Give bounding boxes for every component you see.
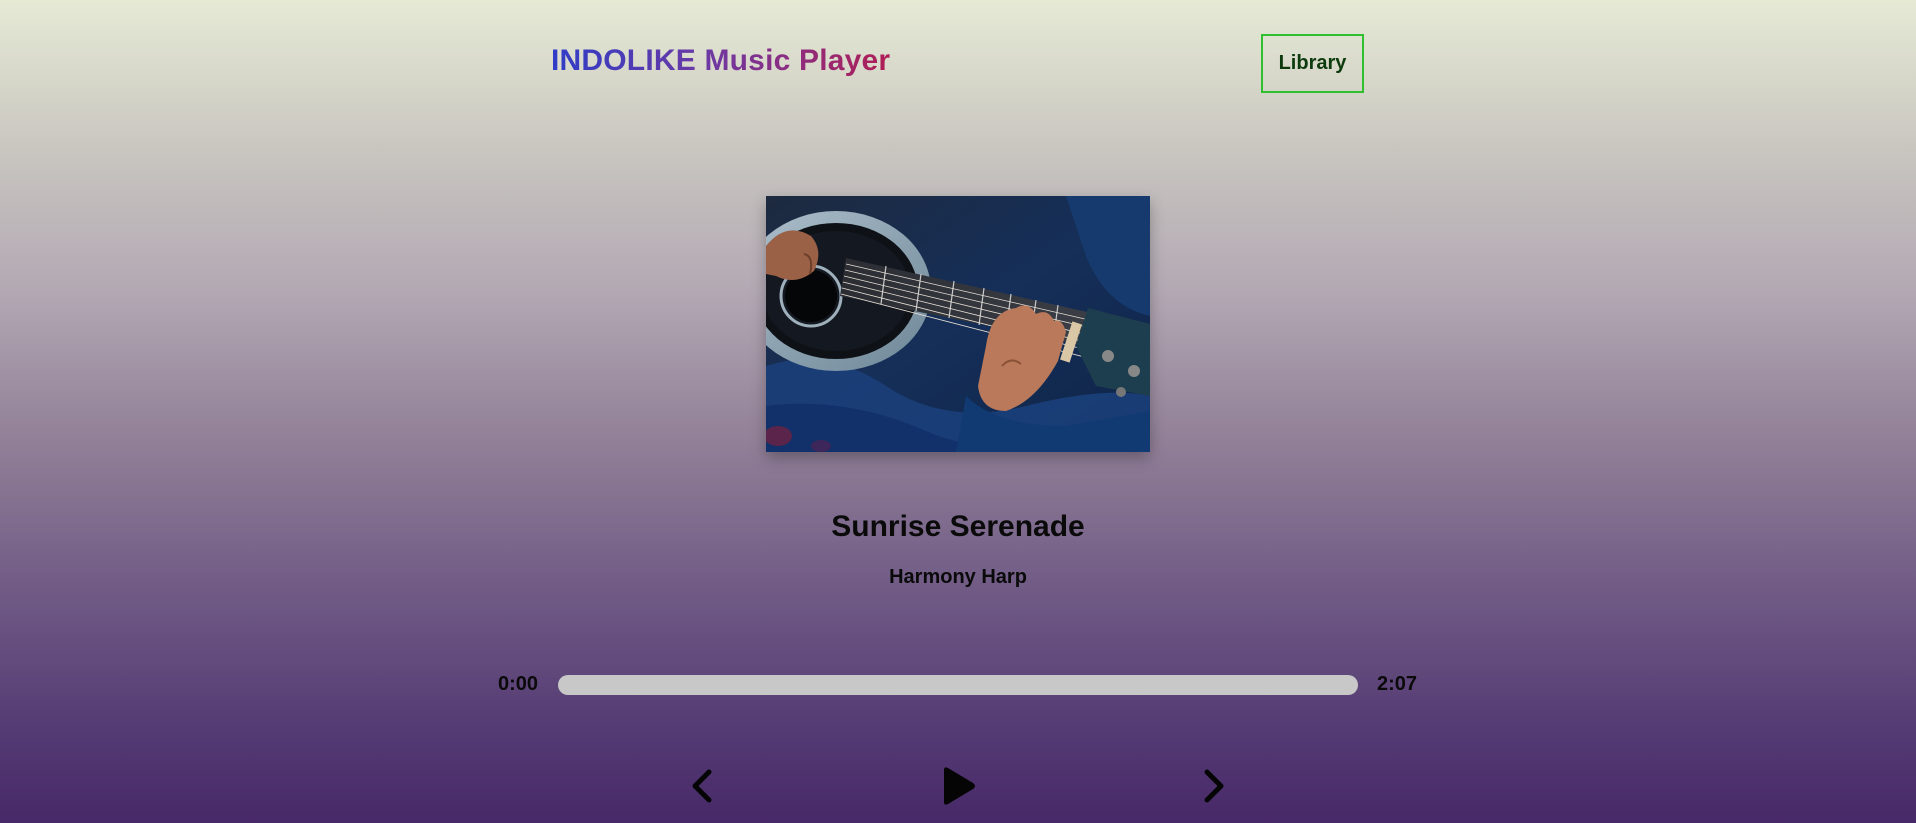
progress-bar[interactable] [558,675,1358,695]
chevron-right-icon [1204,769,1224,803]
next-button[interactable] [1192,764,1236,808]
library-button[interactable]: Library [1261,34,1364,93]
album-cover-image [766,196,1150,452]
song-title: Sunrise Serenade [831,510,1085,543]
total-time: 2:07 [1377,673,1418,695]
previous-button[interactable] [680,764,724,808]
album-cover [766,196,1150,452]
play-icon [944,767,975,805]
play-button[interactable] [936,764,980,808]
current-time: 0:00 [498,673,539,695]
chevron-left-icon [692,769,712,803]
app-title: INDOLIKE Music Player [551,44,891,77]
song-artist: Harmony Harp [889,566,1027,588]
